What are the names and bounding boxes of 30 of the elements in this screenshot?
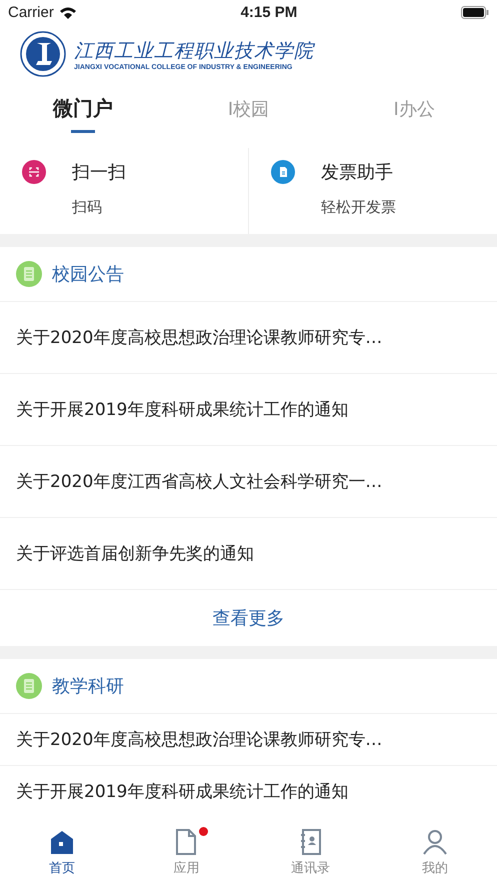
person-icon (422, 829, 448, 855)
wifi-icon (58, 6, 77, 18)
notice-item[interactable]: 关于开展2019年度科研成果统计工作的通知 (0, 373, 497, 445)
college-emblem-icon (20, 31, 66, 77)
notice-item[interactable]: 关于2020年度高校思想政治理论课教师研究专… (0, 301, 497, 373)
home-icon (49, 829, 76, 855)
tab-bar-item[interactable]: 我的 (372, 823, 497, 883)
notice-item[interactable]: 关于开展2019年度科研成果统计工作的通知 (0, 765, 497, 817)
notice-icon (16, 261, 42, 287)
document-icon (174, 829, 198, 855)
action-title[interactable]: 发票助手 (321, 160, 497, 184)
action-subtitle: 扫码 (72, 198, 103, 217)
action-title[interactable]: 扫一扫 (72, 160, 248, 184)
notice-item[interactable]: 关于评选首届创新争先奖的通知 (0, 517, 497, 589)
view-more-link[interactable]: 查看更多 (208, 590, 288, 646)
tab-bar-item[interactable]: 首页 (0, 823, 124, 883)
notice-icon (16, 673, 42, 699)
notice-item[interactable]: 关于2020年度江西省高校人文社会科学研究一… (0, 445, 497, 517)
notice-item[interactable]: 关于2020年度高校思想政治理论课教师研究专… (0, 713, 497, 765)
portal-tab[interactable]: 微门户 (0, 86, 166, 142)
status-time: 4:15 PM (240, 4, 298, 20)
action-subtitle: 轻松开发票 (321, 198, 397, 217)
contacts-icon (298, 829, 323, 855)
section-title: 教学科研 (52, 675, 124, 698)
battery-icon (460, 6, 489, 18)
tab-bar-item[interactable]: 应用 (124, 823, 248, 883)
tab-bar-item[interactable]: 通讯录 (248, 823, 373, 883)
section-title: 校园公告 (52, 263, 124, 286)
college-name: 江西工业工程职业技术学院 (74, 38, 314, 64)
carrier-label: Carrier (8, 4, 54, 20)
